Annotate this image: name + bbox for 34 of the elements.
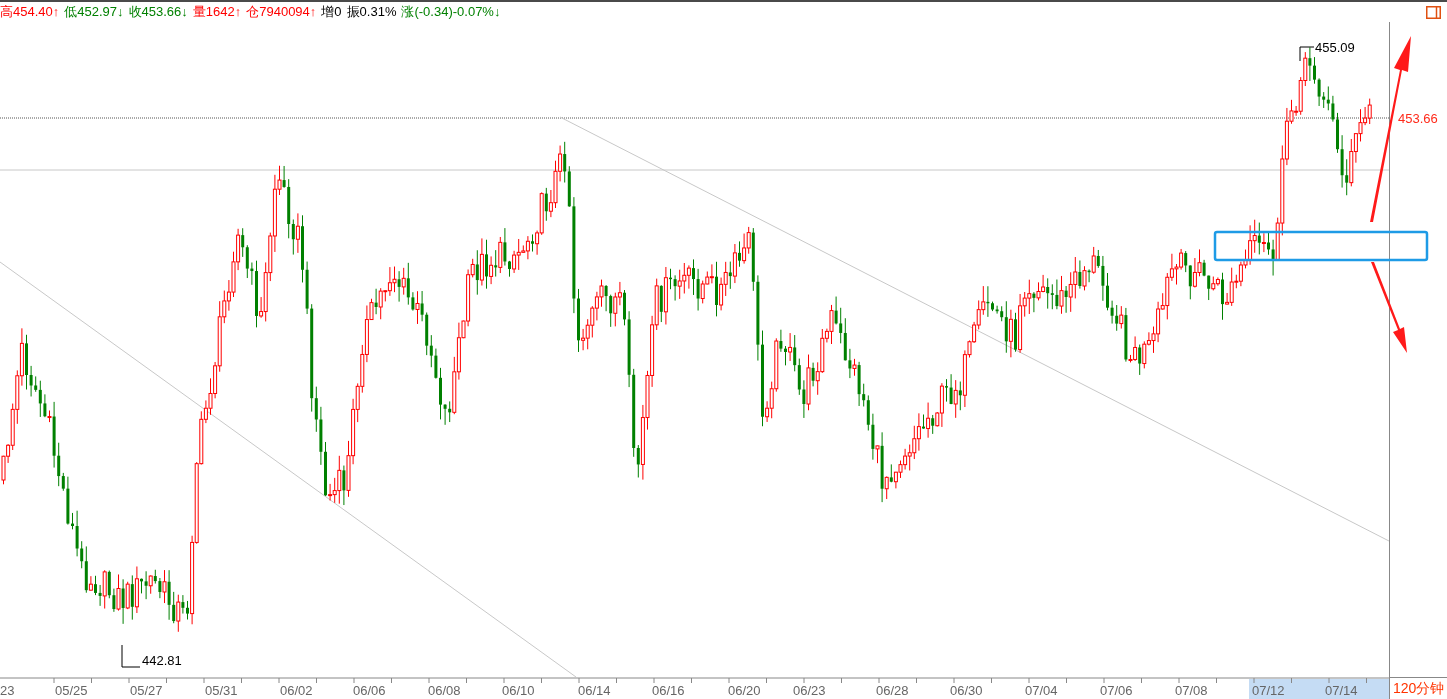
quote-value: 振0.31%: [346, 3, 397, 21]
date-label: 05/25: [55, 683, 88, 698]
quote-value: 收453.66↓: [128, 3, 188, 21]
leader-line: [1299, 46, 1315, 62]
quote-value: 增0: [321, 3, 342, 21]
date-label: 06/14: [578, 683, 611, 698]
date-label: 06/10: [502, 683, 535, 698]
quote-value: 涨(-0.34)-0.07%↓: [401, 3, 501, 21]
date-label: 06/28: [876, 683, 909, 698]
quote-value: 量1642↑: [192, 3, 242, 21]
high-price-label: 455.09: [1315, 40, 1355, 55]
date-label: 07/14: [1325, 683, 1358, 698]
date-label: 06/06: [353, 683, 386, 698]
low-price-label: 442.81: [142, 653, 182, 668]
date-label: 06/30: [950, 683, 983, 698]
date-label: 07/12: [1252, 683, 1285, 698]
date-label: 06/23: [793, 683, 826, 698]
date-label: 06/20: [728, 683, 761, 698]
leader-line: [121, 644, 141, 668]
date-label: 07/06: [1100, 683, 1133, 698]
date-label: 06/08: [428, 683, 461, 698]
date-label: 23: [0, 683, 15, 698]
quote-value: 仓7940094↑: [246, 3, 317, 21]
period-label[interactable]: 120分钟: [1389, 677, 1447, 699]
date-label: 06/16: [652, 683, 685, 698]
quote-value: 高454.40↑: [0, 3, 60, 21]
date-label: 07/04: [1025, 683, 1058, 698]
date-label: 05/31: [205, 683, 238, 698]
date-label: 05/27: [130, 683, 163, 698]
quote-value: 低452.97↓: [64, 3, 124, 21]
date-label: 07/08: [1175, 683, 1208, 698]
window-toggle-icon[interactable]: [1426, 5, 1441, 19]
date-label: 06/02: [280, 683, 313, 698]
last-price-label: 453.66: [1398, 111, 1438, 126]
